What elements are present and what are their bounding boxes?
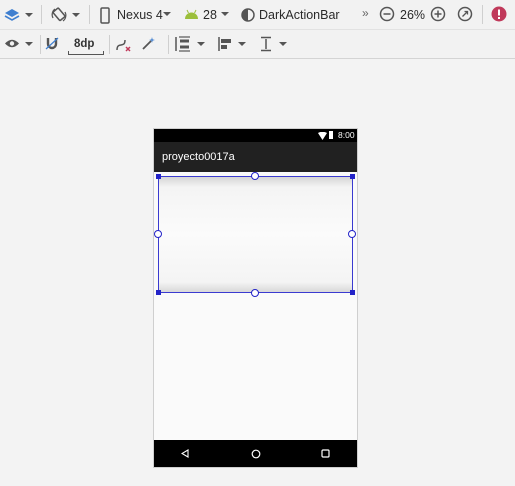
divider xyxy=(482,5,483,24)
app-title: proyecto0017a xyxy=(162,151,235,163)
chevron-down-icon[interactable] xyxy=(279,42,287,46)
magnet-icon[interactable] xyxy=(44,35,60,52)
margin-bracket-icon xyxy=(68,51,104,55)
selected-view[interactable] xyxy=(158,176,353,293)
divider xyxy=(40,35,41,54)
api-level-selector[interactable]: 28 xyxy=(203,8,217,22)
resize-handle-bottom-left[interactable] xyxy=(156,290,161,295)
zoom-in-icon[interactable] xyxy=(429,5,447,23)
chevron-down-icon[interactable] xyxy=(221,12,229,16)
divider xyxy=(109,35,110,54)
constraint-anchor-top[interactable] xyxy=(251,172,259,180)
pack-icon[interactable] xyxy=(174,35,192,53)
clear-constraints-icon[interactable] xyxy=(114,36,132,53)
chevron-down-icon[interactable] xyxy=(238,42,246,46)
divider xyxy=(89,5,90,24)
design-toolbar: Nexus 4 28 DarkActionBar » 26% xyxy=(0,0,515,30)
constraint-anchor-bottom[interactable] xyxy=(251,289,259,297)
constraint-anchor-right[interactable] xyxy=(348,230,356,238)
home-icon xyxy=(250,448,261,459)
chevron-down-icon[interactable] xyxy=(163,12,171,16)
chevron-down-icon[interactable] xyxy=(72,13,80,17)
error-icon[interactable] xyxy=(489,4,509,24)
divider xyxy=(41,5,42,24)
resize-handle-top-right[interactable] xyxy=(350,174,355,179)
action-bar: proyecto0017a xyxy=(154,142,357,172)
device-selector[interactable]: Nexus 4 xyxy=(117,8,163,22)
align-icon[interactable] xyxy=(216,35,234,53)
phone-device-icon[interactable] xyxy=(98,5,112,25)
status-time: 8:00 xyxy=(338,130,355,140)
resize-handle-bottom-right[interactable] xyxy=(350,290,355,295)
layers-icon[interactable] xyxy=(3,6,21,24)
zoom-out-icon[interactable] xyxy=(378,5,396,23)
resize-handle-top-left[interactable] xyxy=(156,174,161,179)
wifi-icon xyxy=(317,131,327,140)
default-margin-selector[interactable]: 8dp xyxy=(74,37,94,51)
status-bar: 8:00 xyxy=(154,129,357,142)
rotate-icon[interactable] xyxy=(49,5,69,25)
theme-selector[interactable]: DarkActionBar xyxy=(259,8,340,22)
zoom-to-fit-icon[interactable] xyxy=(456,5,474,23)
eye-icon[interactable] xyxy=(3,36,20,51)
constraint-anchor-left[interactable] xyxy=(154,230,162,238)
divider xyxy=(168,35,169,54)
layout-toolbar: 8dp xyxy=(0,30,515,59)
chevron-down-icon[interactable] xyxy=(25,13,33,17)
navigation-bar xyxy=(154,440,357,467)
guidelines-icon[interactable] xyxy=(258,35,274,53)
battery-icon xyxy=(329,131,333,139)
android-api-icon[interactable] xyxy=(183,7,199,21)
chevron-down-icon[interactable] xyxy=(25,42,33,46)
double-chevron-right-icon[interactable]: » xyxy=(362,6,369,20)
magic-wand-icon[interactable] xyxy=(140,35,157,52)
theme-icon[interactable] xyxy=(240,6,256,23)
chevron-down-icon[interactable] xyxy=(197,42,205,46)
back-icon xyxy=(180,448,190,459)
device-preview: 8:00 proyecto0017a xyxy=(153,128,358,468)
recents-icon xyxy=(320,448,330,459)
zoom-level: 26% xyxy=(400,8,426,22)
